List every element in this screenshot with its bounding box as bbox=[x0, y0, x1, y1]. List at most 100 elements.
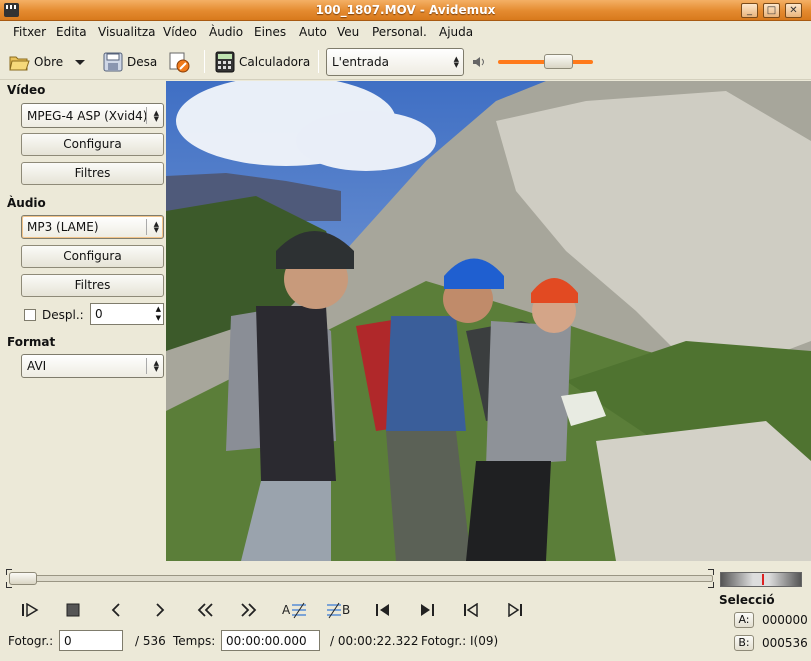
audio-configure-button[interactable]: Configura bbox=[21, 245, 164, 268]
marker-b-value: 000536 bbox=[762, 636, 808, 650]
audio-shift-value: 0 bbox=[95, 307, 103, 321]
marker-a-value: 000000 bbox=[762, 613, 808, 627]
goto-end-button[interactable] bbox=[417, 601, 437, 619]
toolbar-separator bbox=[318, 50, 319, 73]
skip-start-icon bbox=[376, 604, 389, 616]
jump-a-icon bbox=[464, 603, 478, 617]
menu-auto[interactable]: Auto bbox=[299, 25, 327, 39]
previous-keyframe-button[interactable] bbox=[195, 601, 215, 619]
video-heading: Vídeo bbox=[7, 83, 46, 97]
play-button[interactable] bbox=[20, 601, 40, 619]
open-label: Obre bbox=[34, 54, 64, 69]
frame-value: 0 bbox=[64, 633, 72, 648]
skip-end-icon bbox=[421, 604, 434, 616]
next-frame-button[interactable] bbox=[150, 601, 170, 619]
timeline-corner bbox=[708, 582, 714, 588]
fast-forward-icon bbox=[241, 603, 257, 617]
menu-video[interactable]: Vídeo bbox=[163, 25, 197, 39]
set-marker-b-button[interactable]: B bbox=[326, 601, 352, 619]
audio-codec-value: MP3 (LAME) bbox=[27, 220, 99, 234]
audio-heading: Àudio bbox=[7, 196, 46, 210]
menu-bar: Fitxer Edita Visualitza Vídeo Àudio Eine… bbox=[0, 21, 811, 43]
save-button[interactable]: Desa bbox=[103, 47, 157, 76]
marker-b-button[interactable]: B: bbox=[734, 635, 754, 651]
properties-button[interactable] bbox=[168, 47, 190, 76]
spinner-arrows-icon: ▲ ▼ bbox=[155, 305, 161, 322]
input-select-value: L'entrada bbox=[332, 55, 389, 69]
menu-audio[interactable]: Àudio bbox=[209, 25, 243, 39]
frame-label: Fotogr.: bbox=[8, 634, 54, 648]
video-codec-select[interactable]: MPEG-4 ASP (Xvid4) ▲ ▼ bbox=[21, 103, 164, 128]
marker-a-icon: A bbox=[282, 602, 306, 619]
time-total: / 00:00:22.322 bbox=[330, 634, 419, 648]
menu-ajuda[interactable]: Ajuda bbox=[439, 25, 473, 39]
menu-edita[interactable]: Edita bbox=[56, 25, 87, 39]
jump-b-icon bbox=[508, 603, 522, 617]
goto-start-button[interactable] bbox=[373, 601, 393, 619]
menu-veu[interactable]: Veu bbox=[337, 25, 359, 39]
video-codec-value: MPEG-4 ASP (Xvid4) bbox=[27, 108, 148, 123]
frame-total: / 536 bbox=[135, 634, 166, 648]
menu-fitxer[interactable]: Fitxer bbox=[13, 25, 46, 39]
menu-eines[interactable]: Eines bbox=[254, 25, 286, 39]
floppy-disk-icon bbox=[103, 52, 123, 71]
frame-input[interactable]: 0 bbox=[59, 630, 123, 651]
calculator-button[interactable]: Calculadora bbox=[215, 47, 310, 76]
timeline-slider-handle[interactable] bbox=[9, 572, 37, 585]
set-marker-a-button[interactable]: A bbox=[282, 601, 308, 619]
calculator-label: Calculadora bbox=[239, 54, 311, 69]
updown-arrows-icon: ▲ ▼ bbox=[153, 108, 159, 123]
jog-shuttle[interactable] bbox=[720, 572, 802, 587]
selection-heading: Selecció bbox=[719, 593, 775, 607]
open-dropdown-arrow[interactable] bbox=[73, 47, 87, 76]
audio-filters-button[interactable]: Filtres bbox=[21, 274, 164, 297]
toolbar: Obre Desa Calculadora L'entrada ▲ ▼ bbox=[0, 43, 811, 80]
input-select[interactable]: L'entrada ▲ ▼ bbox=[326, 48, 464, 76]
audio-shift-spinner[interactable]: 0 ▲ ▼ bbox=[90, 303, 164, 325]
save-label: Desa bbox=[127, 54, 158, 69]
play-icon bbox=[22, 603, 39, 617]
timeline-slider[interactable] bbox=[9, 575, 713, 582]
minimize-button[interactable]: _ bbox=[741, 3, 758, 18]
goto-marker-a-button[interactable] bbox=[461, 601, 481, 619]
volume-slider-handle[interactable] bbox=[544, 54, 574, 69]
open-button[interactable]: Obre bbox=[8, 47, 63, 76]
menu-visualitza[interactable]: Visualitza bbox=[98, 25, 156, 39]
updown-arrows-icon: ▲ ▼ bbox=[453, 55, 459, 69]
svg-text:B: B bbox=[342, 603, 350, 617]
window-title: 100_1807.MOV - Avidemux bbox=[315, 3, 496, 17]
menu-personal[interactable]: Personal. bbox=[372, 25, 427, 39]
folder-open-icon bbox=[9, 56, 30, 70]
marker-a-button[interactable]: A: bbox=[734, 612, 754, 628]
next-keyframe-button[interactable] bbox=[239, 601, 259, 619]
stop-button[interactable] bbox=[63, 601, 83, 619]
format-heading: Format bbox=[7, 335, 56, 349]
video-filters-button[interactable]: Filtres bbox=[21, 162, 164, 185]
tools-icon bbox=[169, 52, 190, 72]
svg-text:A: A bbox=[282, 603, 291, 617]
updown-arrows-icon: ▲ ▼ bbox=[153, 359, 159, 373]
speaker-icon bbox=[473, 57, 484, 67]
time-label: Temps: bbox=[173, 634, 216, 648]
step-back-icon bbox=[111, 603, 120, 617]
previous-frame-button[interactable] bbox=[106, 601, 126, 619]
step-forward-icon bbox=[156, 603, 165, 617]
format-select[interactable]: AVI ▲ ▼ bbox=[21, 354, 164, 378]
title-bar: 100_1807.MOV - Avidemux _ □ ✕ bbox=[0, 0, 811, 21]
frame-type: Fotogr.: I(09) bbox=[421, 634, 499, 648]
time-input[interactable]: 00:00:00.000 bbox=[221, 630, 320, 651]
video-frame-image bbox=[166, 81, 811, 561]
video-preview bbox=[166, 81, 811, 561]
audio-shift-checkbox[interactable] bbox=[24, 309, 36, 321]
audio-codec-select[interactable]: MP3 (LAME) ▲ ▼ bbox=[21, 215, 164, 239]
arrow-down-icon bbox=[75, 59, 85, 65]
format-value: AVI bbox=[27, 359, 47, 373]
goto-marker-b-button[interactable] bbox=[505, 601, 525, 619]
stop-icon bbox=[66, 603, 80, 617]
audio-shift-label: Despl.: bbox=[42, 308, 84, 322]
maximize-button[interactable]: □ bbox=[763, 3, 780, 18]
close-button[interactable]: ✕ bbox=[785, 3, 802, 18]
marker-b-icon: B bbox=[327, 602, 350, 619]
video-configure-button[interactable]: Configura bbox=[21, 133, 164, 156]
updown-arrows-icon: ▲ ▼ bbox=[153, 220, 159, 234]
